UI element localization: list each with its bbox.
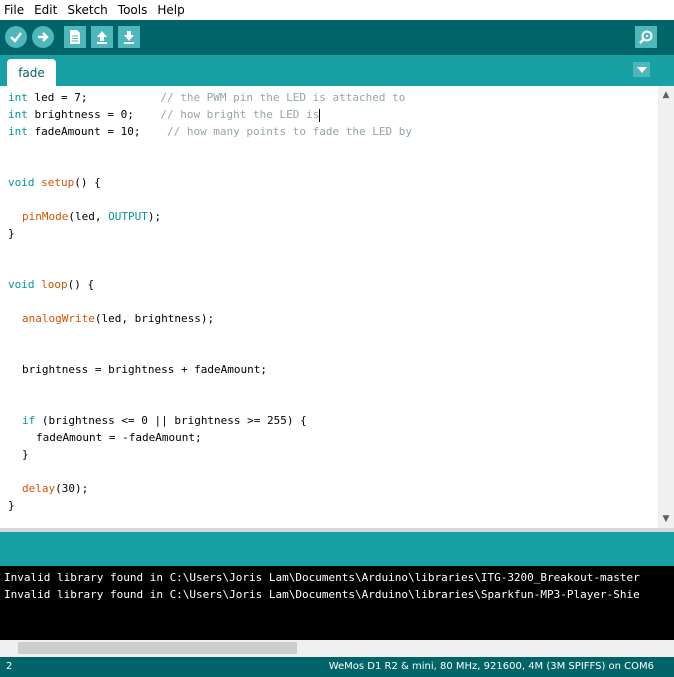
save-icon [124, 31, 134, 44]
code-editor[interactable]: int led = 7; // the PWM pin the LED is a… [0, 86, 658, 528]
serial-monitor-button[interactable] [635, 26, 657, 48]
tab-menu-button[interactable] [633, 62, 650, 77]
menu-file[interactable]: File [0, 3, 28, 17]
console-line: Invalid library found in C:\Users\Joris … [4, 571, 640, 584]
line-number: 2 [6, 661, 13, 672]
console-horizontal-scrollbar[interactable] [0, 640, 674, 657]
code-line: void setup() { [8, 176, 101, 189]
code-line: brightness = brightness + fadeAmount; [22, 363, 268, 376]
code-line: } [8, 499, 15, 512]
menu-tools[interactable]: Tools [114, 3, 152, 17]
toolbar [0, 20, 674, 55]
new-icon [70, 30, 80, 44]
verify-button[interactable] [5, 26, 27, 48]
upload-icon [38, 32, 49, 42]
open-button[interactable] [91, 26, 113, 48]
save-button[interactable] [118, 26, 140, 48]
console-line: Invalid library found in C:\Users\Joris … [4, 588, 640, 601]
menu-help[interactable]: Help [153, 3, 188, 17]
open-icon [97, 31, 107, 44]
menu-bar: File Edit Sketch Tools Help [0, 0, 674, 21]
code-line: int fadeAmount = 10; // how many points … [8, 125, 412, 138]
tab-bar: fade [0, 55, 674, 86]
code-line: int brightness = 0; // how bright the LE… [8, 108, 321, 122]
verify-icon [10, 32, 22, 43]
code-line: pinMode(led, OUTPUT); [22, 210, 162, 223]
editor-vertical-scrollbar[interactable]: ▲ ▼ [658, 86, 674, 528]
code-line: int led = 7; // the PWM pin the LED is a… [8, 91, 406, 104]
status-bar: 2 WeMos D1 R2 & mini, 80 MHz, 921600, 4M… [0, 657, 674, 677]
menu-edit[interactable]: Edit [30, 3, 61, 17]
scroll-down-arrow-icon[interactable]: ▼ [661, 514, 671, 524]
tab-fade[interactable]: fade [7, 59, 56, 86]
serial-monitor-icon [639, 30, 653, 44]
upload-button[interactable] [32, 26, 54, 48]
chevron-down-icon [636, 66, 647, 73]
menu-sketch[interactable]: Sketch [63, 3, 111, 17]
code-line: void loop() { [8, 278, 95, 291]
code-line: delay(30); [22, 482, 89, 495]
code-line: } [22, 448, 29, 461]
code-line: } [8, 227, 15, 240]
message-area [0, 532, 674, 566]
scrollbar-thumb[interactable] [18, 642, 297, 654]
new-button[interactable] [64, 26, 86, 48]
code-line: analogWrite(led, brightness); [22, 312, 215, 325]
console-output: Invalid library found in C:\Users\Joris … [0, 566, 674, 640]
scroll-up-arrow-icon[interactable]: ▲ [661, 90, 671, 100]
code-line: fadeAmount = -fadeAmount; [36, 431, 202, 444]
text-cursor [319, 108, 321, 122]
board-info: WeMos D1 R2 & mini, 80 MHz, 921600, 4M (… [328, 661, 654, 672]
code-line: if (brightness <= 0 || brightness >= 255… [22, 414, 307, 427]
